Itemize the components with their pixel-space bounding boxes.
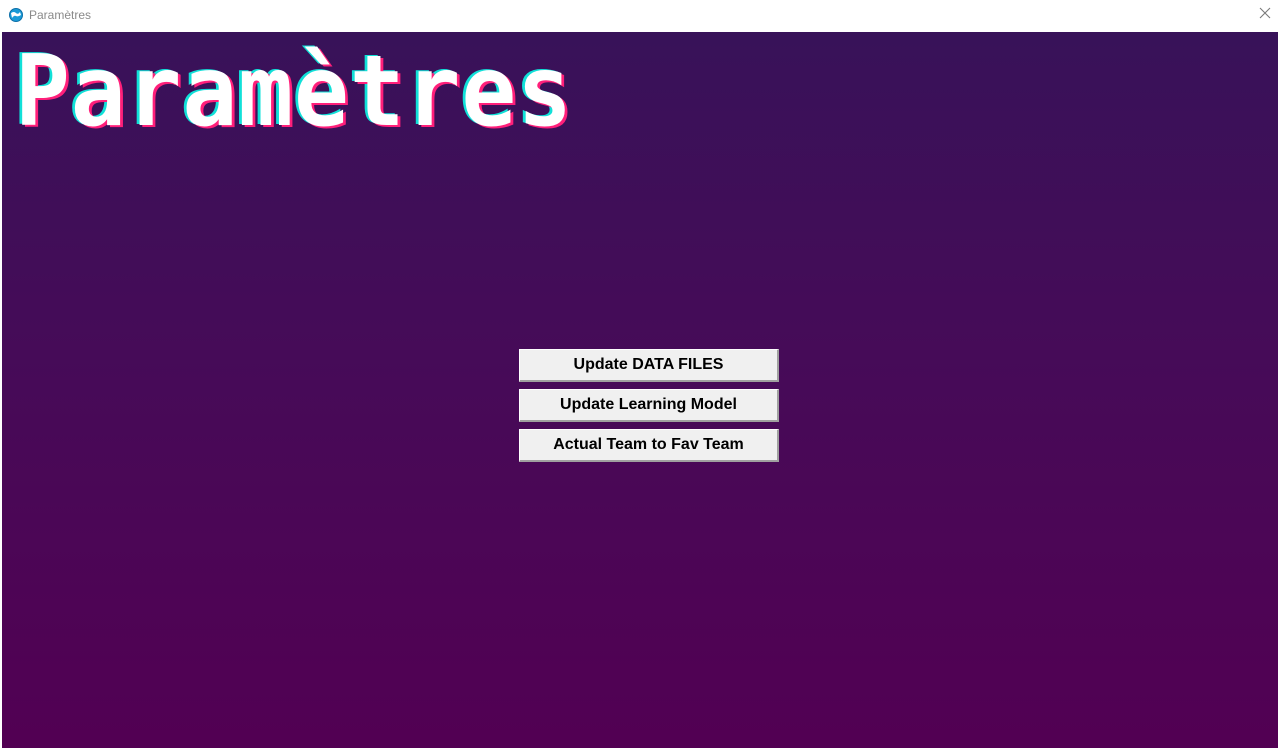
title-bar[interactable]: Paramètres: [0, 0, 1280, 30]
settings-panel: Paramètres Update DATA FILES Update Lear…: [2, 32, 1278, 748]
close-button[interactable]: [1250, 0, 1280, 30]
page-title: Paramètres: [15, 35, 574, 149]
close-icon: [1259, 6, 1271, 24]
actual-team-to-fav-team-button[interactable]: Actual Team to Fav Team: [519, 429, 779, 462]
update-learning-model-button[interactable]: Update Learning Model: [519, 389, 779, 422]
globe-app-icon: [8, 7, 24, 23]
action-button-group: Update DATA FILES Update Learning Model …: [519, 349, 779, 469]
page-title-wrap: Paramètres: [15, 40, 575, 144]
update-data-files-button[interactable]: Update DATA FILES: [519, 349, 779, 382]
window-title: Paramètres: [29, 8, 92, 22]
app-window: Paramètres Paramètres Update DATA FILES …: [0, 0, 1280, 750]
